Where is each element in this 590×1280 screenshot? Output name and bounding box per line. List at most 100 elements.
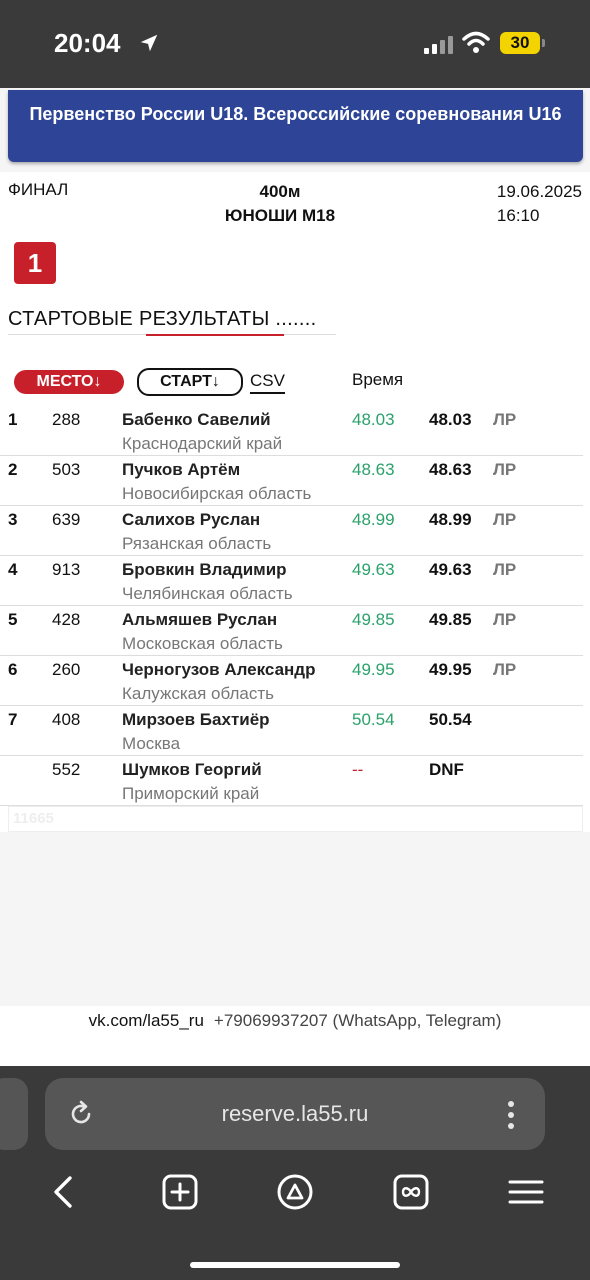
run-time: 50.54 [352, 710, 395, 729]
athlete-name: Альмяшев Руслан [122, 610, 278, 629]
table-row[interactable]: 6 260 Черногузов Александр Калужская обл… [0, 656, 583, 706]
final-result: 48.03 [429, 410, 472, 429]
battery-indicator: 30 [500, 32, 545, 54]
event-distance: 400м [259, 182, 301, 201]
event-title: 400м ЮНОШИ М18 [0, 180, 560, 228]
run-time: 48.63 [352, 460, 395, 479]
final-result: 49.95 [429, 660, 472, 679]
athlete-region: Московская область [122, 634, 283, 653]
bib-number: 260 [52, 660, 81, 679]
section-title-results-link[interactable]: РЕЗУЛЬТАТЫ [139, 308, 270, 330]
athlete-name: Пучков Артём [122, 460, 241, 479]
place: 6 [8, 660, 18, 679]
results-panel: ФИНАЛ 400м ЮНОШИ М18 19.06.2025 16:10 1 … [0, 172, 590, 832]
sort-by-start-button[interactable]: СТАРТ↓ [137, 368, 243, 396]
athlete-name: Шумков Георгий [122, 760, 262, 779]
status-time: 20:04 [54, 28, 121, 58]
athlete-name: Салихов Руслан [122, 510, 261, 529]
csv-export-link[interactable]: CSV [250, 370, 285, 394]
table-row[interactable]: 3 639 Салихов Руслан Рязанская область 4… [0, 506, 583, 556]
record-tag: ЛР [493, 610, 517, 629]
table-row[interactable]: 1 288 Бабенко Савелий Краснодарский край… [0, 406, 583, 456]
event-datetime: 19.06.2025 16:10 [497, 180, 582, 228]
bib-number: 503 [52, 460, 81, 479]
bib-number: 913 [52, 560, 81, 579]
web-page: Первенство России U18. Всероссийские сор… [0, 88, 590, 1006]
run-time: 48.99 [352, 510, 395, 529]
athlete-name: Бабенко Савелий [122, 410, 271, 429]
final-result: 49.85 [429, 610, 472, 629]
results-footer-code: 11665 [8, 806, 583, 832]
active-section-underline [146, 334, 284, 336]
time-column-header: Время [352, 370, 404, 389]
bib-number: 288 [52, 410, 81, 429]
section-title-dots: ....... [269, 308, 317, 330]
record-tag: ЛР [493, 560, 517, 579]
place: 3 [8, 510, 18, 529]
menu-icon[interactable] [508, 1174, 544, 1210]
athlete-region: Новосибирская область [122, 484, 312, 503]
run-time: -- [352, 760, 364, 779]
final-result: 50.54 [429, 710, 472, 729]
place: 2 [8, 460, 18, 479]
table-row[interactable]: 2 503 Пучков Артём Новосибирская область… [0, 456, 583, 506]
assistant-icon[interactable] [277, 1174, 313, 1210]
event-time: 16:10 [496, 206, 540, 225]
athlete-region: Челябинская область [122, 584, 293, 603]
event-category: ЮНОШИ М18 [224, 206, 336, 225]
run-time: 49.85 [352, 610, 395, 629]
final-result: 49.63 [429, 560, 472, 579]
contact-strip: vk.com/la55_ru +79069937207 (WhatsApp, Te… [0, 1006, 590, 1066]
athlete-region: Приморский край [122, 784, 260, 803]
sort-by-place-button[interactable]: МЕСТО↓ [14, 370, 124, 394]
status-bar: 20:04 30 [0, 0, 590, 88]
browser-toolbar: reserve.la55.ru [0, 1066, 590, 1280]
more-vertical-icon[interactable] [507, 1100, 515, 1130]
table-row[interactable]: 4 913 Бровкин Владимир Челябинская облас… [0, 556, 583, 606]
location-arrow-icon [140, 34, 158, 52]
athlete-name: Мирзоев Бахтиёр [122, 710, 270, 729]
run-time: 48.03 [352, 410, 395, 429]
section-title-part: СТАРТОВЫЕ [8, 308, 139, 330]
table-row[interactable]: 552 Шумков Георгий Приморский край -- DN… [0, 756, 583, 806]
run-time: 49.95 [352, 660, 395, 679]
place: 1 [8, 410, 18, 429]
run-time: 49.63 [352, 560, 395, 579]
address-bar[interactable]: reserve.la55.ru [45, 1078, 545, 1150]
competition-banner[interactable]: Первенство России U18. Всероссийские сор… [8, 90, 583, 162]
final-result: 48.99 [429, 510, 472, 529]
athlete-region: Рязанская область [122, 534, 272, 553]
bib-number: 639 [52, 510, 81, 529]
athlete-name: Бровкин Владимир [122, 560, 287, 579]
athlete-name: Черногузов Александр [122, 660, 316, 679]
previous-tab-preview[interactable] [0, 1078, 28, 1150]
table-row[interactable]: 5 428 Альмяшев Руслан Московская область… [0, 606, 583, 656]
final-result: 48.63 [429, 460, 472, 479]
heat-number-badge[interactable]: 1 [14, 242, 56, 284]
record-tag: ЛР [493, 410, 517, 429]
record-tag: ЛР [493, 460, 517, 479]
back-icon[interactable] [46, 1174, 82, 1210]
table-row[interactable]: 7 408 Мирзоев Бахтиёр Москва 50.54 50.54 [0, 706, 583, 756]
tabs-icon[interactable] [393, 1174, 429, 1210]
vk-link[interactable]: vk.com/la55_ru [89, 1011, 204, 1030]
bib-number: 552 [52, 760, 81, 779]
place: 7 [8, 710, 18, 729]
phone-contact[interactable]: +79069937207 (WhatsApp, Telegram) [214, 1011, 501, 1030]
athlete-region: Калужская область [122, 684, 274, 703]
record-tag: ЛР [493, 510, 517, 529]
event-date: 19.06.2025 [496, 182, 582, 201]
section-title: СТАРТОВЫЕ РЕЗУЛЬТАТЫ ....... [8, 308, 316, 331]
record-tag: ЛР [493, 660, 517, 679]
bib-number: 428 [52, 610, 81, 629]
new-tab-icon[interactable] [162, 1174, 198, 1210]
home-indicator[interactable] [190, 1262, 400, 1268]
final-result: DNF [429, 760, 464, 779]
athlete-region: Москва [122, 734, 181, 753]
url-text[interactable]: reserve.la55.ru [45, 1101, 545, 1127]
bib-number: 408 [52, 710, 81, 729]
place: 4 [8, 560, 18, 579]
place: 5 [8, 610, 18, 629]
cellular-signal-icon [424, 34, 454, 54]
wifi-icon [462, 31, 490, 53]
